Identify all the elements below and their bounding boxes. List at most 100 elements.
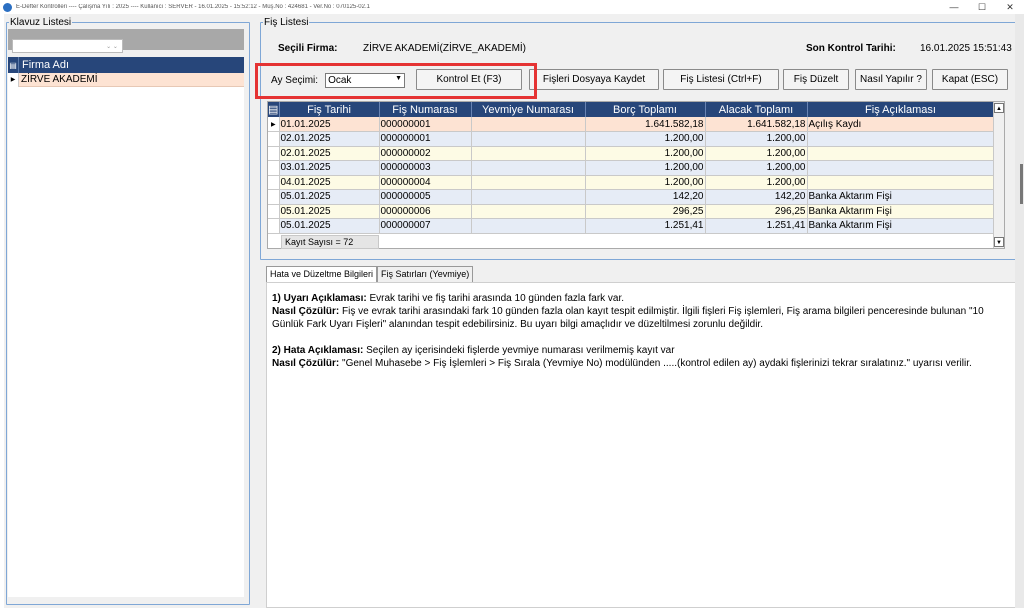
hata-2-cozum: Nasıl Çözülür: "Genel Muhasebe > Fiş İşl… [272, 357, 1014, 370]
window-titlebar: E-Defter Kontrolleri ---- Çalışma Yılı :… [0, 0, 1024, 14]
app-window: Klavuz Listesi ⌄ ⌄ ▤ Firma Adı ▶ ZİRVE A… [4, 14, 1020, 608]
hata-2-text: Seçilen ay içerisindeki fişlerde yevmiye… [363, 345, 675, 356]
table-row[interactable]: 05.01.2025 000000006 296,25 296,25 Banka… [268, 204, 995, 219]
table-cell[interactable] [471, 175, 586, 190]
table-row[interactable]: 03.01.2025 000000003 1.200,00 1.200,00 [268, 160, 995, 176]
table-cell[interactable]: 02.01.2025 [279, 131, 380, 147]
table-cell[interactable]: 000000007 [379, 218, 472, 234]
table-row[interactable]: ▶ 01.01.2025 000000001 1.641.582,18 1.64… [268, 117, 995, 132]
table-cell[interactable]: Açılış Kaydı [807, 117, 995, 132]
table-cell[interactable] [471, 146, 586, 161]
table-row[interactable]: 05.01.2025 000000005 142,20 142,20 Banka… [268, 189, 995, 205]
table-cell[interactable]: 04.01.2025 [279, 175, 380, 190]
column-header[interactable]: Yevmiye Numarası [471, 102, 586, 117]
maximize-button[interactable]: ☐ [968, 0, 996, 14]
table-cell[interactable]: 05.01.2025 [279, 204, 380, 219]
table-cell[interactable]: 1.251,41 [705, 218, 808, 234]
tab-hata-duzeltme[interactable]: Hata ve Düzeltme Bilgileri [266, 266, 378, 282]
table-cell[interactable]: Banka Aktarım Fişi [807, 204, 995, 219]
table-cell[interactable]: 01.01.2025 [279, 117, 380, 132]
table-row[interactable]: 02.01.2025 000000002 1.200,00 1.200,00 [268, 146, 995, 161]
fis-listesi-button[interactable]: Fiş Listesi (Ctrl+F) [663, 69, 779, 90]
scroll-thumb[interactable] [1020, 164, 1023, 204]
table-cell[interactable]: 05.01.2025 [279, 189, 380, 205]
kapat-button[interactable]: Kapat (ESC) [932, 69, 1008, 90]
uyari-1-line: 1) Uyarı Açıklaması: Evrak tarihi ve fiş… [272, 292, 1014, 305]
close-button[interactable]: ✕ [996, 0, 1024, 14]
table-row[interactable]: 02.01.2025 000000001 1.200,00 1.200,00 [268, 131, 995, 147]
table-cell[interactable]: 296,25 [705, 204, 808, 219]
table-cell[interactable] [807, 175, 995, 190]
table-cell[interactable]: 000000006 [379, 204, 472, 219]
table-cell[interactable]: 1.251,41 [585, 218, 706, 234]
column-header[interactable]: Fiş Tarihi [279, 102, 380, 117]
column-header[interactable]: Fiş Açıklaması [807, 102, 995, 117]
app-logo-icon [3, 2, 12, 12]
table-cell[interactable]: 02.01.2025 [279, 146, 380, 161]
table-cell[interactable]: 000000004 [379, 175, 472, 190]
table-cell[interactable]: 142,20 [585, 189, 706, 205]
minimize-button[interactable]: — [940, 0, 968, 14]
table-cell[interactable]: 1.200,00 [705, 146, 808, 161]
scroll-up-icon[interactable]: ▲ [994, 103, 1004, 113]
table-cell[interactable]: 03.01.2025 [279, 160, 380, 176]
table-cell[interactable]: 05.01.2025 [279, 218, 380, 234]
table-cell[interactable] [807, 146, 995, 161]
table-cell[interactable] [471, 189, 586, 205]
table-cell[interactable] [807, 131, 995, 147]
fisleri-dosyaya-kaydet-button[interactable]: Fişleri Dosyaya Kaydet [529, 69, 659, 90]
table-cell[interactable]: Banka Aktarım Fişi [807, 189, 995, 205]
table-cell[interactable]: Banka Aktarım Fişi [807, 218, 995, 234]
fis-duzelt-button[interactable]: Fiş Düzelt [783, 69, 849, 90]
tab-fis-satirlari[interactable]: Fiş Satırları (Yevmiye) [377, 266, 474, 282]
table-cell[interactable]: 1.641.582,18 [585, 117, 706, 132]
row-indicator [268, 160, 280, 176]
table-cell[interactable] [471, 117, 586, 132]
window-title: E-Defter Kontrolleri ---- Çalışma Yılı :… [16, 4, 370, 10]
table-cell[interactable]: 000000001 [379, 117, 472, 132]
table-cell[interactable]: 296,25 [585, 204, 706, 219]
table-row[interactable]: 04.01.2025 000000004 1.200,00 1.200,00 [268, 175, 995, 190]
column-header[interactable]: Alacak Toplamı [705, 102, 808, 117]
combo-arrows-icon[interactable]: ⌄ ⌄ [102, 40, 122, 52]
table-cell[interactable]: 000000003 [379, 160, 472, 176]
firma-grid-header: ▤ Firma Adı [8, 57, 244, 73]
table-cell[interactable]: 142,20 [705, 189, 808, 205]
row-indicator-icon: ▶ [8, 72, 19, 87]
table-cell[interactable]: 1.200,00 [705, 175, 808, 190]
hata-2-cozum-text: "Genel Muhasebe > Fiş İşlemleri > Fiş Sı… [339, 358, 972, 369]
secili-firma-label: Seçili Firma: [278, 43, 338, 54]
firma-adi-column-header[interactable]: Firma Adı [19, 59, 69, 71]
table-cell[interactable] [471, 131, 586, 147]
table-cell[interactable]: 1.200,00 [705, 160, 808, 176]
select-all-icon[interactable]: ▤ [268, 102, 280, 117]
table-cell[interactable]: 1.200,00 [705, 131, 808, 147]
grid-vertical-scrollbar[interactable]: ▲ ▼ [993, 102, 1004, 248]
table-cell[interactable]: 1.200,00 [585, 146, 706, 161]
table-cell[interactable]: 1.200,00 [585, 175, 706, 190]
table-row[interactable]: 05.01.2025 000000007 1.251,41 1.251,41 B… [268, 218, 995, 234]
table-cell[interactable]: 000000001 [379, 131, 472, 147]
table-cell[interactable]: 000000002 [379, 146, 472, 161]
table-cell[interactable]: 1.641.582,18 [705, 117, 808, 132]
window-right-scrollbar[interactable] [1015, 14, 1024, 608]
column-header[interactable]: Fiş Numarası [379, 102, 472, 117]
bottom-tabs: Hata ve Düzeltme Bilgileri Fiş Satırları… [266, 266, 474, 282]
table-cell[interactable] [471, 218, 586, 234]
column-header[interactable]: Borç Toplamı [585, 102, 706, 117]
table-cell[interactable]: 000000005 [379, 189, 472, 205]
table-cell[interactable]: 1.200,00 [585, 131, 706, 147]
table-cell[interactable] [807, 160, 995, 176]
row-indicator [268, 175, 280, 190]
nasil-yapilir-button[interactable]: Nasıl Yapılır ? [855, 69, 927, 90]
select-all-icon[interactable]: ▤ [8, 57, 19, 73]
klavuz-filter-combo[interactable]: ⌄ ⌄ [12, 39, 123, 53]
row-indicator [268, 131, 280, 147]
firma-name-cell[interactable]: ZİRVE AKADEMİ [19, 74, 98, 85]
table-cell[interactable] [471, 204, 586, 219]
table-cell[interactable]: 1.200,00 [585, 160, 706, 176]
firma-row[interactable]: ▶ ZİRVE AKADEMİ [8, 72, 244, 87]
scroll-down-icon[interactable]: ▼ [994, 237, 1004, 247]
table-cell[interactable] [471, 160, 586, 176]
